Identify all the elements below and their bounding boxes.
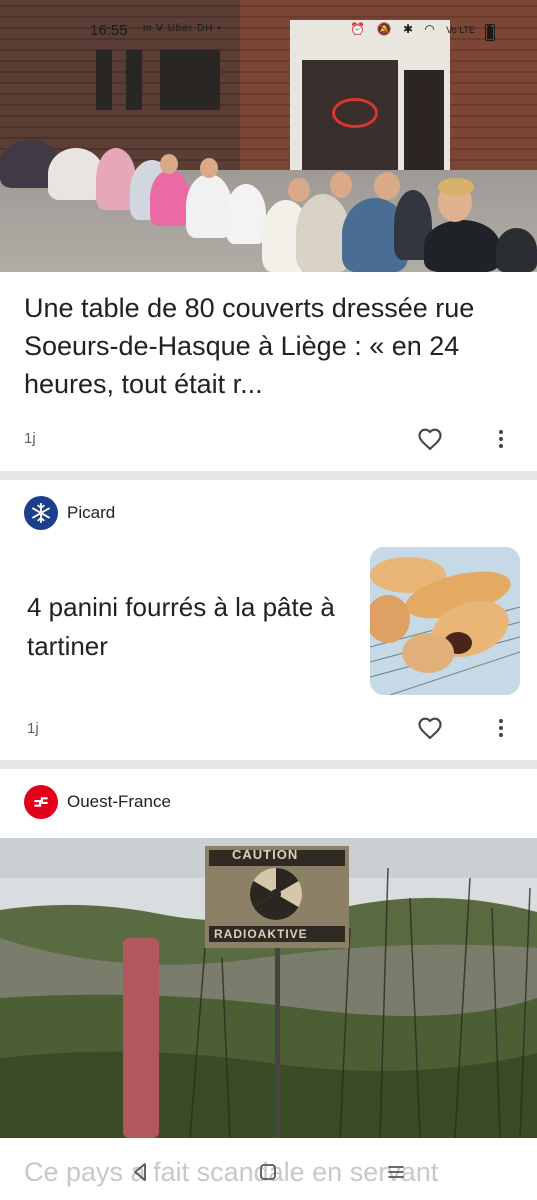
article-age: 1j <box>27 720 39 737</box>
status-system-icons: ⏰ 🔕 ✱ ◠ Vo LTE ▮ <box>342 22 493 36</box>
sign-radioaktive-text: RADIOAKTIVE <box>214 927 308 941</box>
building-window <box>96 50 112 110</box>
source-row[interactable]: Ouest-France <box>24 785 171 819</box>
bluetooth-icon: ✱ <box>402 22 414 36</box>
snowflake-icon <box>32 502 50 524</box>
recent-apps-icon[interactable] <box>384 1160 408 1184</box>
article-age: 1j <box>24 430 36 447</box>
source-name: Ouest-France <box>67 792 171 811</box>
status-time: 16:55 <box>90 22 128 39</box>
article-headline[interactable]: Une table de 80 couverts dressée rue Soe… <box>24 289 519 403</box>
ouest-france-mark-icon <box>34 797 48 807</box>
source-row[interactable]: Picard <box>24 496 115 530</box>
uber-icon: Uber <box>167 23 194 34</box>
heart-icon[interactable] <box>415 425 445 453</box>
heart-icon[interactable] <box>415 714 445 742</box>
panini-image <box>370 547 520 695</box>
picard-logo-icon <box>24 496 58 530</box>
source-name: Picard <box>67 503 116 522</box>
radioactive-field-image <box>0 838 537 1138</box>
system-navigation-bar <box>0 1152 537 1192</box>
seated-crowd <box>0 118 537 272</box>
sign-caution-text: CAUTION <box>232 847 299 862</box>
more-options-icon[interactable] <box>497 719 505 741</box>
app-notification-icon: DH <box>197 23 214 34</box>
home-icon[interactable] <box>256 1160 280 1184</box>
building-window <box>160 50 220 110</box>
app-notification-icon: m <box>143 23 153 34</box>
battery-icon <box>485 24 495 41</box>
alarm-icon: ⏰ <box>350 22 366 36</box>
card-divider <box>0 760 537 769</box>
status-bar: 16:55 m V Uber DH • ⏰ 🔕 ✱ ◠ Vo LTE ▮ <box>0 16 537 46</box>
volte-icon: Vo LTE <box>446 25 476 35</box>
app-notification-icon: V <box>156 23 164 34</box>
article-thumbnail-panini[interactable] <box>370 547 520 695</box>
status-app-icons: m V Uber DH • <box>143 23 222 34</box>
wifi-icon: ◠ <box>424 22 435 36</box>
app-notification-icon: • <box>217 23 222 34</box>
article-image-radioactive-field[interactable]: CAUTION RADIOAKTIVE <box>0 838 537 1138</box>
card-divider <box>0 471 537 480</box>
back-icon[interactable] <box>128 1160 152 1184</box>
more-options-icon[interactable] <box>497 430 505 452</box>
mute-icon: 🔕 <box>376 22 392 36</box>
ouest-france-logo-icon <box>24 785 58 819</box>
article-headline[interactable]: 4 panini fourrés à la pâte à tartiner <box>27 588 347 666</box>
building-window <box>126 50 142 110</box>
